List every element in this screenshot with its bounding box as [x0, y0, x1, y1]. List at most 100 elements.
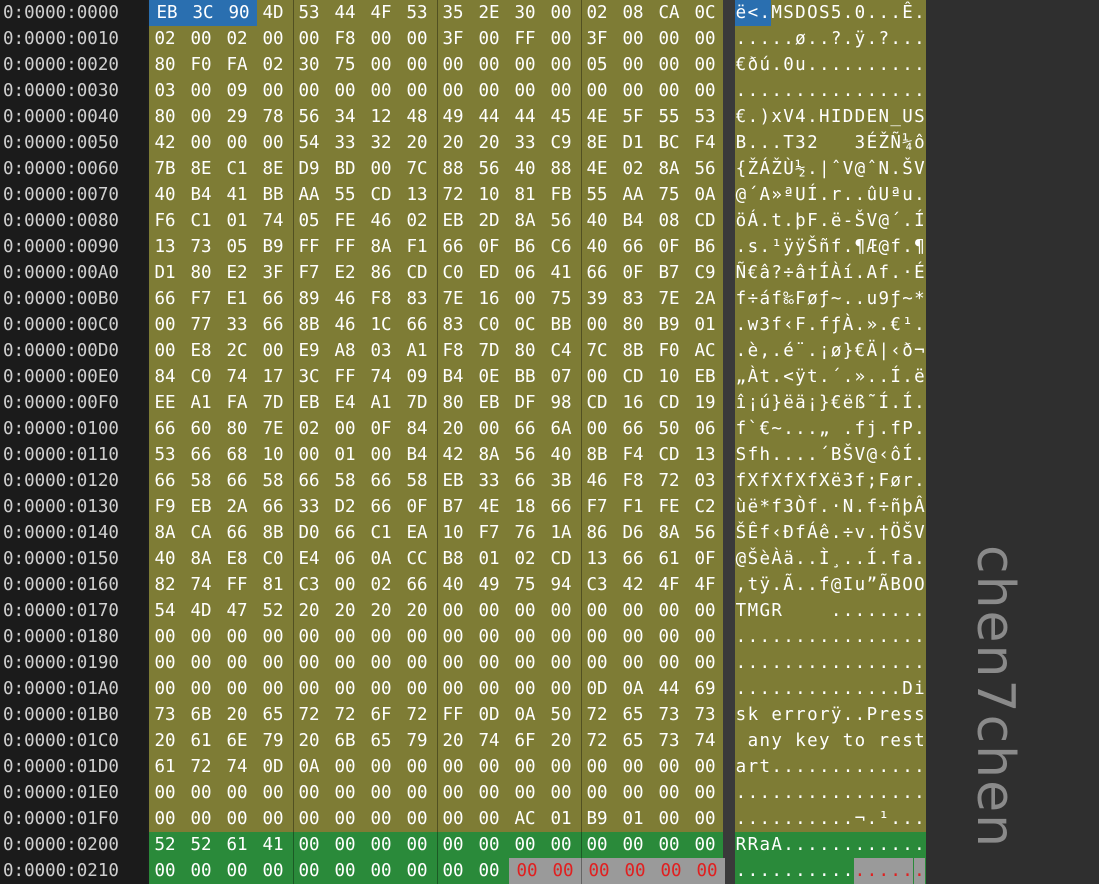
hex-byte[interactable]: FF — [223, 572, 251, 598]
ascii-char[interactable]: € — [735, 104, 747, 130]
ascii-char[interactable]: Ã — [783, 572, 795, 598]
ascii-char[interactable]: . — [795, 806, 807, 832]
ascii-char[interactable]: f — [795, 520, 807, 546]
hex-byte[interactable]: 46 — [331, 286, 359, 312]
hex-byte[interactable]: 10 — [475, 182, 503, 208]
ascii-char[interactable]: . — [830, 806, 842, 832]
ascii-char[interactable]: . — [842, 858, 854, 884]
ascii-char[interactable]: r — [795, 702, 807, 728]
hex-byte[interactable]: 79 — [403, 728, 431, 754]
hex-byte[interactable]: 66 — [619, 546, 647, 572]
hex-byte[interactable]: 00 — [331, 780, 359, 806]
hex-byte[interactable]: 00 — [655, 650, 683, 676]
ascii-char[interactable]: V — [783, 104, 795, 130]
ascii-char[interactable]: Í — [890, 364, 902, 390]
ascii-char[interactable]: . — [806, 442, 818, 468]
ascii-char[interactable]: . — [866, 520, 878, 546]
hex-byte[interactable]: 00 — [511, 624, 539, 650]
hex-byte[interactable]: 72 — [403, 702, 431, 728]
ascii-char[interactable]: F — [806, 208, 818, 234]
hex-byte[interactable]: 60 — [187, 416, 215, 442]
ascii-char[interactable]: @ — [830, 572, 842, 598]
hex-byte[interactable]: F8 — [439, 338, 467, 364]
hex-byte[interactable]: CD — [655, 390, 683, 416]
hex-byte[interactable]: 00 — [655, 754, 683, 780]
ascii-char[interactable]: . — [842, 546, 854, 572]
hex-byte[interactable]: 2A — [223, 494, 251, 520]
hex-byte[interactable]: BB — [259, 182, 287, 208]
hex-byte[interactable]: 7E — [439, 286, 467, 312]
ascii-char[interactable]: . — [878, 0, 890, 26]
ascii-char[interactable]: ø — [795, 26, 807, 52]
ascii-char[interactable]: Ö — [890, 520, 902, 546]
hex-byte[interactable]: 8B — [259, 520, 287, 546]
ascii-char[interactable]: . — [914, 546, 926, 572]
ascii-char[interactable]: f — [759, 468, 771, 494]
hex-byte[interactable]: 72 — [655, 468, 683, 494]
ascii-char[interactable]: . — [771, 754, 783, 780]
ascii-char[interactable]: ´ — [830, 364, 842, 390]
ascii-char[interactable]: r — [818, 702, 830, 728]
ascii-char[interactable]: É — [866, 130, 878, 156]
hex-byte[interactable]: 4F — [655, 572, 683, 598]
ascii-char[interactable]: . — [806, 676, 818, 702]
hex-byte[interactable]: 00 — [619, 754, 647, 780]
hex-byte[interactable]: 75 — [511, 572, 539, 598]
hex-byte[interactable]: 8E — [583, 130, 611, 156]
ascii-char[interactable]: w — [747, 312, 759, 338]
hex-byte[interactable]: 05 — [223, 234, 251, 260]
ascii-char[interactable]: . — [818, 182, 830, 208]
ascii-char[interactable]: . — [758, 0, 771, 26]
ascii-char[interactable]: ¹ — [771, 234, 783, 260]
hex-byte[interactable]: 00 — [475, 650, 503, 676]
hex-byte[interactable]: 48 — [403, 104, 431, 130]
ascii-char[interactable]: ~ — [771, 416, 783, 442]
hex-byte[interactable]: FB — [547, 182, 575, 208]
ascii-char[interactable]: ø — [806, 286, 818, 312]
hex-byte[interactable]: 00 — [547, 624, 575, 650]
ascii-char[interactable]: a — [735, 754, 747, 780]
hex-byte[interactable]: 81 — [511, 182, 539, 208]
hex-byte[interactable]: 08 — [619, 0, 647, 26]
ascii-char[interactable]: . — [866, 676, 878, 702]
hex-byte[interactable]: 00 — [655, 832, 683, 858]
hex-byte[interactable]: 49 — [439, 104, 467, 130]
hex-byte[interactable]: 00 — [655, 780, 683, 806]
hex-byte[interactable]: 00 — [295, 78, 323, 104]
ascii-char[interactable]: a — [902, 546, 914, 572]
ascii-char[interactable]: . — [878, 546, 890, 572]
hex-byte[interactable]: 00 — [403, 858, 431, 884]
ascii-char[interactable]: n — [759, 728, 771, 754]
ascii-char[interactable]: . — [771, 858, 783, 884]
ascii-char[interactable]: r — [902, 468, 914, 494]
ascii-char[interactable]: . — [818, 650, 830, 676]
hex-byte[interactable]: 02 — [223, 26, 251, 52]
ascii-char[interactable]: | — [818, 156, 830, 182]
hex-byte[interactable]: 74 — [223, 754, 251, 780]
hex-row[interactable]: 0:0000:0190 00 00 00 00 00 00 00 00 00 00 00 00 00 00 0… — [0, 650, 926, 676]
ascii-char[interactable]: F — [795, 312, 807, 338]
ascii-char[interactable]: f — [783, 468, 795, 494]
ascii-char[interactable]: . — [806, 26, 818, 52]
ascii-char[interactable]: ú — [759, 390, 771, 416]
ascii-char[interactable]: Ê — [747, 520, 759, 546]
ascii-char[interactable]: · — [902, 260, 914, 286]
ascii-char[interactable]: . — [854, 260, 866, 286]
hex-byte[interactable]: 8E — [187, 156, 215, 182]
ascii-char[interactable]: . — [914, 0, 926, 26]
ascii-char[interactable]: f — [878, 260, 890, 286]
ascii-char[interactable]: . — [878, 780, 890, 806]
hex-byte[interactable]: 00 — [367, 156, 395, 182]
hex-byte[interactable]: F0 — [655, 338, 683, 364]
hex-byte[interactable]: F8 — [331, 26, 359, 52]
hex-byte[interactable]: B7 — [439, 494, 467, 520]
hex-byte[interactable]: 0A — [619, 676, 647, 702]
hex-byte[interactable]: 00 — [187, 806, 215, 832]
hex-byte[interactable]: D9 — [295, 156, 323, 182]
hex-byte[interactable]: 20 — [331, 598, 359, 624]
hex-byte[interactable]: 66 — [511, 468, 539, 494]
ascii-char[interactable]: . — [759, 780, 771, 806]
hex-byte[interactable]: 00 — [223, 650, 251, 676]
hex-byte[interactable]: 00 — [331, 754, 359, 780]
hex-byte[interactable]: 00 — [691, 52, 719, 78]
